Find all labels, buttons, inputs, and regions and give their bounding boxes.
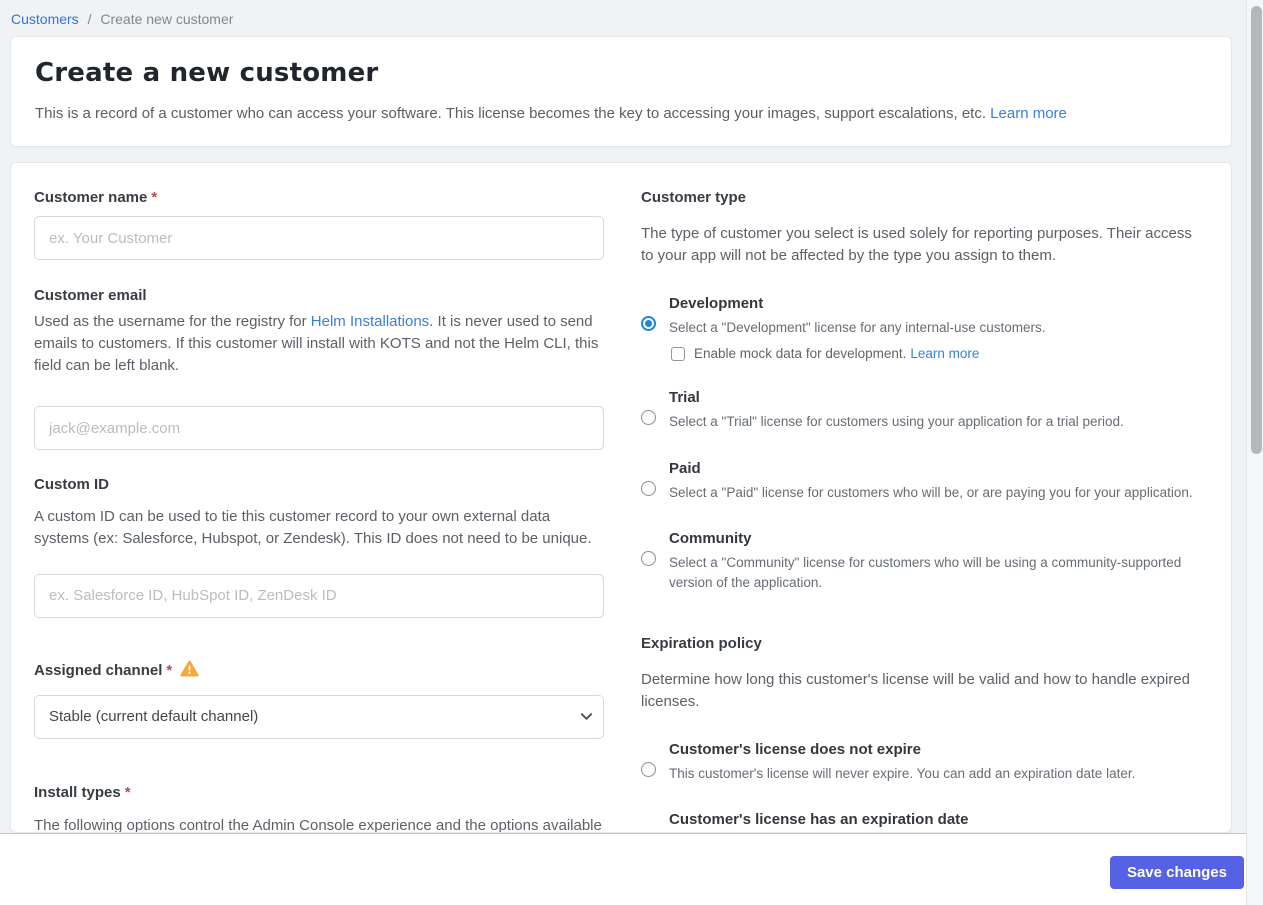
required-asterisk: *	[124, 783, 131, 801]
custom-id-field: Custom ID A custom ID can be used to tie…	[34, 476, 604, 618]
install-types-label: Install types *	[34, 783, 131, 801]
assigned-channel-label: Assigned channel *	[34, 660, 604, 679]
required-asterisk: *	[151, 189, 158, 206]
breadcrumb-customers-link[interactable]: Customers	[11, 11, 79, 27]
radio-development[interactable]	[641, 315, 656, 331]
customer-email-description: Used as the username for the registry fo…	[34, 313, 599, 374]
customer-type-option-community[interactable]: Community Select a "Community" license f…	[641, 530, 1201, 592]
expiration-option-no-expire[interactable]: Customer's license does not expire This …	[641, 741, 1201, 784]
scrollbar-thumb[interactable]	[1251, 6, 1262, 454]
mock-data-learn-more-link[interactable]: Learn more	[910, 346, 979, 361]
radio-trial[interactable]	[641, 410, 656, 426]
assigned-channel-select[interactable]: Stable (current default channel)	[34, 694, 604, 739]
custom-id-input[interactable]	[34, 573, 604, 618]
customer-name-input[interactable]	[34, 216, 604, 260]
assigned-channel-select-wrap: Stable (current default channel)	[34, 694, 604, 739]
save-footer-bar: Save changes	[0, 833, 1246, 905]
option-title: Trial	[669, 389, 700, 407]
page-header-card: Create a new customer This is a record o…	[10, 36, 1232, 147]
page-scrollbar[interactable]	[1246, 0, 1263, 905]
radio-community[interactable]	[641, 551, 656, 567]
breadcrumb-current: Create new customer	[100, 11, 234, 27]
form-right-column: Customer type The type of customer you s…	[641, 189, 1201, 828]
option-description: Select a "Development" license for any i…	[669, 319, 1046, 335]
header-learn-more-link[interactable]: Learn more	[990, 105, 1067, 122]
custom-id-label: Custom ID	[34, 476, 109, 494]
customer-email-label: Customer email	[34, 287, 147, 304]
helm-installations-link[interactable]: Helm Installations	[311, 313, 429, 330]
mock-data-checkbox-row[interactable]: Enable mock data for development. Learn …	[671, 346, 1201, 361]
required-asterisk: *	[166, 661, 173, 679]
page-description: This is a record of a customer who can a…	[35, 105, 1207, 122]
customer-name-label: Customer name *	[34, 189, 158, 206]
customer-type-heading: Customer type	[641, 189, 747, 206]
page-description-text: This is a record of a customer who can a…	[35, 105, 986, 122]
option-description: Select a "Community" license for custome…	[669, 555, 1182, 590]
page-title: Create a new customer	[35, 58, 379, 88]
option-title: Community	[669, 530, 752, 548]
install-types-description: The following options control the Admin …	[34, 816, 602, 833]
option-description: Select a "Paid" license for customers wh…	[669, 484, 1193, 500]
radio-license-does-not-expire[interactable]	[641, 761, 656, 777]
customer-type-description: The type of customer you select is used …	[641, 225, 1192, 264]
radio-paid[interactable]	[641, 480, 656, 496]
page-content: Customers / Create new customer Create a…	[0, 0, 1246, 905]
customer-type-option-paid[interactable]: Paid Select a "Paid" license for custome…	[641, 460, 1201, 503]
option-description: This customer's license will never expir…	[669, 765, 1136, 781]
option-title: Development	[669, 294, 764, 312]
breadcrumb: Customers / Create new customer	[0, 0, 1246, 36]
mock-data-checkbox-label: Enable mock data for development.	[694, 346, 907, 362]
expiration-option-has-date[interactable]: Customer's license has an expiration dat…	[641, 811, 1201, 832]
option-title: Customer's license does not expire	[669, 740, 921, 758]
assigned-channel-field: Assigned channel * Stable (current defaul…	[34, 660, 604, 739]
warning-icon	[180, 660, 199, 677]
expiration-policy-heading: Expiration policy	[641, 635, 762, 653]
customer-type-option-development[interactable]: Development Select a "Development" licen…	[641, 294, 1201, 361]
expiration-policy-description: Determine how long this customer's licen…	[641, 671, 1190, 711]
save-changes-button[interactable]: Save changes	[1109, 856, 1244, 889]
option-title: Customer's license has an expiration dat…	[669, 811, 969, 829]
customer-name-field: Customer name *	[34, 189, 604, 260]
customer-type-option-trial[interactable]: Trial Select a "Trial" license for custo…	[641, 389, 1201, 432]
mock-data-checkbox[interactable]	[671, 346, 685, 361]
customer-type-section: Customer type The type of customer you s…	[641, 189, 1201, 592]
option-description: Select a "Trial" license for customers u…	[669, 414, 1124, 430]
option-title: Paid	[669, 459, 701, 477]
customer-email-input[interactable]	[34, 406, 604, 451]
install-types-field: Install types * The following options con…	[34, 783, 604, 833]
customer-email-field: Customer email Used as the username for …	[34, 287, 604, 451]
customer-form-card: Customer name* Customer email Used as th…	[10, 162, 1232, 833]
expiration-policy-section: Expiration policy Determine how long thi…	[641, 635, 1201, 832]
breadcrumb-separator: /	[87, 11, 92, 27]
form-left-column: Customer name* Customer email Used as th…	[34, 189, 604, 832]
custom-id-description: A custom ID can be used to tie this cust…	[34, 508, 592, 547]
